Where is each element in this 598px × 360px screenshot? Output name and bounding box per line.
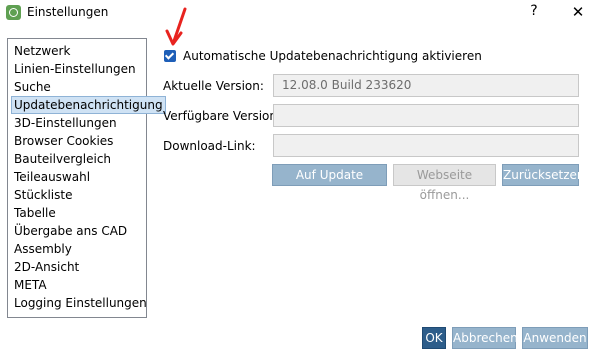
download-link-field[interactable] <box>273 134 579 157</box>
ok-button[interactable]: OK <box>422 327 446 349</box>
sidebar-item-suche[interactable]: Suche <box>12 79 53 95</box>
sidebar-item-meta[interactable]: META <box>12 277 49 293</box>
close-button[interactable]: ✕ <box>570 3 586 21</box>
annotation-arrow-icon <box>165 7 187 46</box>
sidebar-item-teileauswahl[interactable]: Teileauswahl <box>12 169 92 185</box>
title-bar: Einstellungen ? ✕ <box>0 0 598 26</box>
sidebar-item-3d-einstellungen[interactable]: 3D-Einstellungen <box>12 115 119 131</box>
settings-category-list[interactable]: Netzwerk Linien-Einstellungen Suche Upda… <box>7 38 166 318</box>
app-icon <box>6 5 21 20</box>
sidebar-item-stueckliste[interactable]: Stückliste <box>12 187 74 203</box>
available-version-label: Verfügbare Version: <box>163 109 282 123</box>
current-version-field[interactable]: 12.08.0 Build 233620 <box>273 74 579 97</box>
sidebar-item-tabelle[interactable]: Tabelle <box>12 205 58 221</box>
help-button[interactable]: ? <box>527 3 541 19</box>
window-title: Einstellungen <box>27 5 109 19</box>
sidebar-item-netzwerk[interactable]: Netzwerk <box>12 43 72 59</box>
checkmark-icon <box>164 50 175 60</box>
current-version-label: Aktuelle Version: <box>163 79 264 93</box>
sidebar-item-bauteilvergleich[interactable]: Bauteilvergleich <box>12 151 113 167</box>
sidebar-item-logging-einstellungen[interactable]: Logging Einstellungen <box>12 295 149 311</box>
sidebar-item-assembly[interactable]: Assembly <box>12 241 74 257</box>
reset-button[interactable]: Zurücksetzen <box>502 164 585 186</box>
sidebar-item-linien-einstellungen[interactable]: Linien-Einstellungen <box>12 61 138 77</box>
download-link-label: Download-Link: <box>163 139 256 153</box>
open-website-button[interactable]: Webseite öffnen... <box>393 164 496 202</box>
auto-update-label[interactable]: Automatische Updatebenachrichtigung akti… <box>183 49 482 63</box>
sidebar-item-2d-ansicht[interactable]: 2D-Ansicht <box>12 259 81 275</box>
cancel-button[interactable]: Abbrechen <box>452 327 518 349</box>
apply-button[interactable]: Anwenden <box>522 327 588 349</box>
sidebar-item-updatebenachrichtigung[interactable]: Updatebenachrichtigung <box>11 96 166 114</box>
sidebar-item-uebergabe-ans-cad[interactable]: Übergabe ans CAD <box>12 223 129 239</box>
check-update-button[interactable]: Auf Update prüfen... <box>272 164 387 202</box>
auto-update-checkbox[interactable] <box>164 50 176 62</box>
sidebar-item-browser-cookies[interactable]: Browser Cookies <box>12 133 115 149</box>
available-version-field[interactable] <box>273 104 579 127</box>
